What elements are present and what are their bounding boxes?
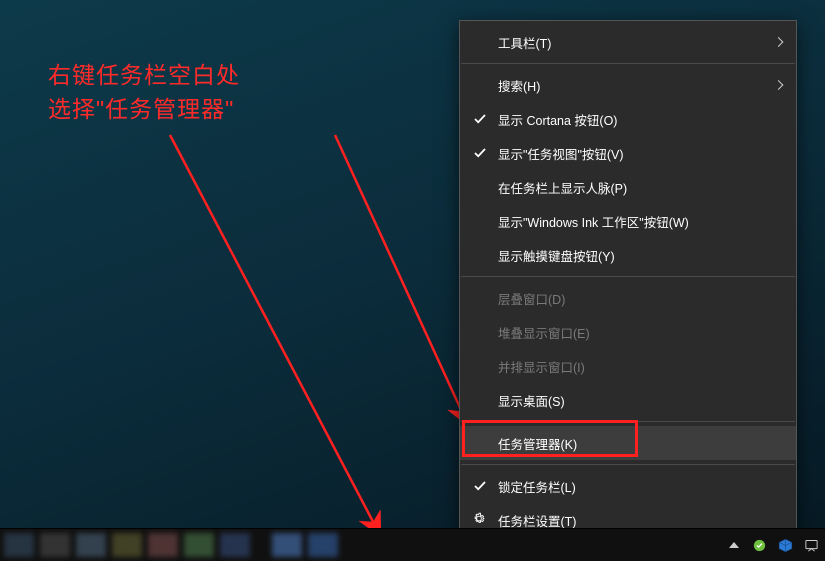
- menu-toolbars[interactable]: 工具栏(T): [460, 25, 796, 59]
- gear-icon: [472, 512, 486, 529]
- menu-sidebyside-label: 并排显示窗口(I): [498, 357, 585, 376]
- taskbar-app[interactable]: [220, 533, 250, 557]
- check-icon: [474, 480, 486, 492]
- annotation-line2: 选择"任务管理器": [48, 92, 240, 126]
- annotation-text: 右键任务栏空白处 选择"任务管理器": [48, 58, 240, 126]
- menu-show-ink[interactable]: 显示"Windows Ink 工作区"按钮(W): [460, 204, 796, 238]
- taskbar-app[interactable]: [112, 533, 142, 557]
- menu-show-taskview-label: 显示"任务视图"按钮(V): [498, 144, 624, 163]
- check-icon: [474, 113, 486, 125]
- menu-separator: [461, 63, 795, 64]
- menu-show-cortana-label: 显示 Cortana 按钮(O): [498, 110, 617, 129]
- menu-lock-taskbar[interactable]: 锁定任务栏(L): [460, 469, 796, 503]
- menu-show-cortana[interactable]: 显示 Cortana 按钮(O): [460, 102, 796, 136]
- menu-show-people[interactable]: 在任务栏上显示人脉(P): [460, 170, 796, 204]
- menu-stack-label: 堆叠显示窗口(E): [498, 323, 590, 342]
- menu-sidebyside: 并排显示窗口(I): [460, 349, 796, 383]
- menu-show-touchkb-label: 显示触摸键盘按钮(Y): [498, 246, 615, 265]
- menu-show-desktop[interactable]: 显示桌面(S): [460, 383, 796, 417]
- menu-stack: 堆叠显示窗口(E): [460, 315, 796, 349]
- menu-show-ink-label: 显示"Windows Ink 工作区"按钮(W): [498, 212, 689, 231]
- menu-show-taskview[interactable]: 显示"任务视图"按钮(V): [460, 136, 796, 170]
- menu-show-desktop-label: 显示桌面(S): [498, 391, 565, 410]
- taskbar-app[interactable]: [148, 533, 178, 557]
- taskbar-app[interactable]: [308, 533, 338, 557]
- menu-cascade-label: 层叠窗口(D): [498, 289, 565, 308]
- menu-show-people-label: 在任务栏上显示人脉(P): [498, 178, 627, 197]
- menu-separator: [461, 276, 795, 277]
- menu-task-manager-label: 任务管理器(K): [498, 434, 577, 453]
- taskbar-app[interactable]: [40, 533, 70, 557]
- taskbar-app[interactable]: [272, 533, 302, 557]
- menu-separator: [461, 464, 795, 465]
- taskbar-app[interactable]: [4, 533, 34, 557]
- taskbar-context-menu: 工具栏(T) 搜索(H) 显示 Cortana 按钮(O) 显示"任务视图"按钮…: [459, 20, 797, 542]
- menu-show-touchkb[interactable]: 显示触摸键盘按钮(Y): [460, 238, 796, 272]
- menu-search[interactable]: 搜索(H): [460, 68, 796, 102]
- system-tray: [729, 529, 819, 561]
- check-icon: [474, 147, 486, 159]
- tray-security-icon[interactable]: [751, 537, 767, 553]
- desktop: 右键任务栏空白处 选择"任务管理器" 工具栏(T) 搜索(H) 显示 Corta…: [0, 0, 825, 561]
- menu-lock-taskbar-label: 锁定任务栏(L): [498, 477, 576, 496]
- taskbar-app[interactable]: [184, 533, 214, 557]
- menu-search-label: 搜索(H): [498, 76, 540, 95]
- taskbar[interactable]: [0, 528, 825, 561]
- menu-task-manager[interactable]: 任务管理器(K): [460, 426, 796, 460]
- menu-taskbar-settings-label: 任务栏设置(T): [498, 511, 576, 530]
- menu-cascade: 层叠窗口(D): [460, 281, 796, 315]
- tray-cube-icon[interactable]: [777, 537, 793, 553]
- tray-notifications-icon[interactable]: [803, 537, 819, 553]
- taskbar-app[interactable]: [76, 533, 106, 557]
- menu-separator: [461, 421, 795, 422]
- annotation-line1: 右键任务栏空白处: [48, 58, 240, 92]
- tray-expand-icon[interactable]: [729, 542, 739, 548]
- menu-toolbars-label: 工具栏(T): [498, 33, 551, 52]
